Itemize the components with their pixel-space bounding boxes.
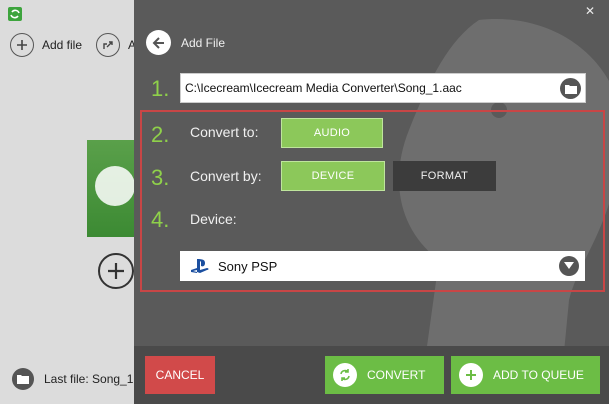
back-button[interactable]: Add File bbox=[146, 30, 225, 55]
share-button[interactable]: A bbox=[96, 33, 136, 57]
last-file-row: Last file: Song_1. bbox=[12, 368, 137, 390]
folder-icon[interactable] bbox=[560, 78, 581, 99]
convert-button[interactable]: CONVERT bbox=[325, 356, 444, 394]
plus-icon bbox=[459, 363, 483, 387]
back-label: Add File bbox=[181, 35, 226, 50]
app-logo-icon bbox=[8, 7, 22, 21]
step-number-2: 2. bbox=[151, 122, 170, 147]
format-option-button[interactable]: FORMAT bbox=[393, 161, 496, 191]
playstation-icon bbox=[190, 258, 210, 274]
close-icon[interactable]: ✕ bbox=[585, 4, 595, 18]
file-path-field[interactable]: C:\Icecream\Icecream Media Converter\Son… bbox=[180, 73, 586, 103]
share-icon bbox=[96, 33, 120, 57]
cancel-button[interactable]: CANCEL bbox=[145, 356, 215, 394]
arrow-left-icon bbox=[146, 30, 171, 55]
file-path-value: C:\Icecream\Icecream Media Converter\Son… bbox=[185, 81, 462, 95]
add-file-label: Add file bbox=[42, 38, 83, 52]
refresh-icon bbox=[333, 363, 357, 387]
add-to-queue-label: ADD TO QUEUE bbox=[493, 368, 584, 382]
convert-button-label: CONVERT bbox=[367, 368, 426, 382]
device-label: Device: bbox=[190, 211, 237, 227]
step-number-1: 1. bbox=[151, 76, 170, 101]
plus-circle-icon bbox=[10, 33, 34, 57]
step-number-4: 4. bbox=[151, 207, 170, 232]
add-large-button[interactable] bbox=[98, 253, 134, 289]
folder-icon[interactable] bbox=[12, 368, 34, 390]
device-option-button[interactable]: DEVICE bbox=[281, 161, 385, 191]
audio-option-button[interactable]: AUDIO bbox=[281, 118, 383, 148]
device-select[interactable]: Sony PSP bbox=[180, 251, 585, 281]
add-file-button[interactable]: Add file bbox=[10, 33, 82, 57]
device-select-value: Sony PSP bbox=[218, 258, 278, 274]
convert-by-label: Convert by: bbox=[190, 168, 262, 184]
step-number-3: 3. bbox=[151, 165, 170, 190]
add-file-panel: ✕ Add File 1. C:\Icecream\Icecream Media… bbox=[134, 0, 609, 404]
add-to-queue-button[interactable]: ADD TO QUEUE bbox=[451, 356, 600, 394]
convert-to-label: Convert to: bbox=[190, 124, 259, 140]
chevron-down-icon[interactable] bbox=[559, 256, 579, 276]
last-file-label: Last file: Song_1. bbox=[44, 372, 137, 386]
